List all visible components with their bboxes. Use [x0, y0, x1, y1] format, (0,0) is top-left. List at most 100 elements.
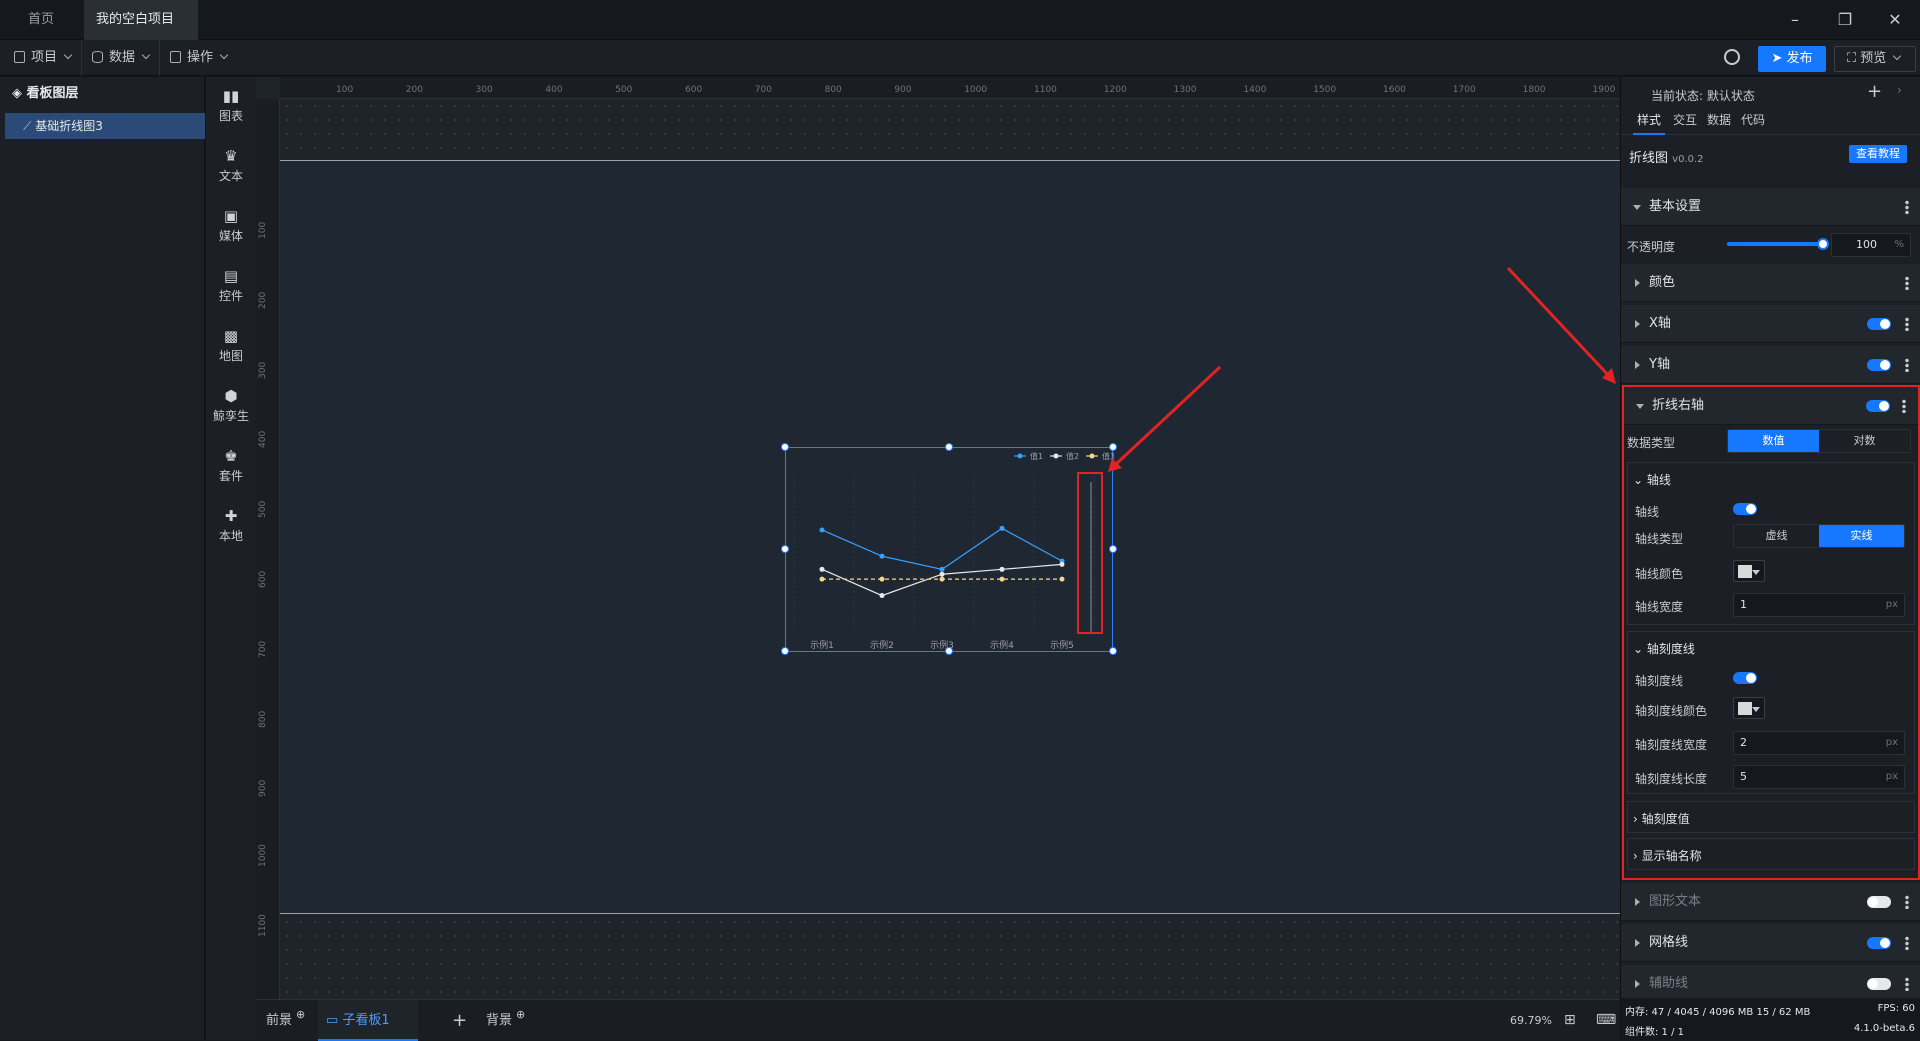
tick-width-value: 2	[1740, 736, 1747, 749]
caret-right-icon	[1635, 939, 1640, 947]
auxline-toggle[interactable]	[1867, 978, 1891, 990]
axis-line-solid-option[interactable]: 实线	[1819, 525, 1904, 547]
section-shape-text-label: 图形文本	[1649, 894, 1702, 909]
tick-length-label: 轴刻度线长度	[1635, 772, 1708, 786]
component-name: 折线图 v0.0.2	[1629, 147, 1704, 166]
section-right-axis[interactable]: 折线右轴	[1624, 387, 1918, 425]
section-auxline[interactable]: 辅助线	[1621, 965, 1920, 999]
chevron-right-icon: ›	[1633, 849, 1642, 863]
unit-px: px	[1885, 599, 1898, 610]
opacity-label: 不透明度	[1627, 240, 1676, 254]
more-icon[interactable]	[1905, 317, 1909, 331]
more-icon[interactable]	[1905, 276, 1909, 290]
section-color-label: 颜色	[1649, 275, 1676, 290]
more-icon[interactable]	[1905, 977, 1909, 991]
data-type-value-option[interactable]: 数值	[1728, 430, 1819, 452]
memory-status: 内存: 47 / 4045 / 4096 MB 15 / 62 MB	[1625, 1007, 1811, 1018]
axis-line-width-input[interactable]: 1 px	[1733, 593, 1905, 617]
axis-line-type-segmented[interactable]: 虚线 实线	[1733, 524, 1905, 548]
opacity-input[interactable]: 100%	[1831, 233, 1911, 257]
right-axis-toggle[interactable]	[1866, 400, 1890, 412]
caret-down-icon	[1752, 707, 1760, 712]
tick-color-picker[interactable]	[1733, 697, 1765, 719]
gridline-toggle[interactable]	[1867, 937, 1891, 949]
caret-right-icon	[1635, 898, 1640, 906]
tick-color-label: 轴刻度线颜色	[1635, 704, 1708, 718]
axis-line-group-title[interactable]: ⌄ 轴线	[1633, 471, 1671, 488]
tick-width-label: 轴刻度线宽度	[1635, 738, 1708, 752]
add-circle-icon[interactable]: ⊕	[296, 1008, 305, 1021]
axis-name-title[interactable]: › 显示轴名称	[1633, 847, 1702, 864]
component-version: v0.0.2	[1672, 154, 1704, 165]
tab-foreground[interactable]: 前景 ⊕	[266, 1000, 305, 1041]
section-color[interactable]: 颜色	[1621, 264, 1920, 302]
foreground-label: 前景	[266, 1013, 293, 1028]
app-version: 4.1.0-beta.6	[1853, 1023, 1915, 1034]
component-count: 组件数: 1 / 1	[1625, 1027, 1684, 1038]
tab-style[interactable]: 样式	[1633, 105, 1666, 135]
state-label: 当前状态:	[1651, 89, 1704, 103]
axis-line-color-picker[interactable]	[1733, 560, 1765, 582]
tick-length-value: 5	[1740, 770, 1747, 783]
data-type-log-option[interactable]: 对数	[1819, 430, 1910, 452]
annotation-arrow-panel	[1506, 266, 1612, 379]
color-swatch	[1738, 565, 1752, 578]
tick-line-toggle[interactable]	[1733, 672, 1757, 684]
zoom-level[interactable]: 69.79%	[1510, 1000, 1552, 1041]
keyboard-icon[interactable]: ⌨	[1596, 1000, 1616, 1041]
axis-line-label: 轴线	[1635, 505, 1660, 519]
caret-right-icon	[1635, 320, 1640, 328]
axis-line-toggle[interactable]	[1733, 503, 1757, 515]
tab-data[interactable]: 数据	[1707, 105, 1731, 135]
add-state-icon[interactable]: +	[1867, 81, 1882, 102]
chevron-down-icon: ⌄	[1633, 473, 1647, 487]
unit-px: px	[1885, 737, 1898, 748]
section-basic[interactable]: 基本设置	[1621, 188, 1920, 226]
panel-tabs: 样式 交互 数据 代码	[1621, 105, 1920, 135]
add-circle-icon[interactable]: ⊕	[516, 1008, 525, 1021]
tick-length-input[interactable]: 5 px	[1733, 765, 1905, 789]
section-gridline[interactable]: 网格线	[1621, 924, 1920, 962]
yaxis-toggle[interactable]	[1867, 359, 1891, 371]
tab-background[interactable]: 背景 ⊕	[486, 1000, 525, 1041]
opacity-slider[interactable]	[1727, 242, 1823, 246]
data-type-label: 数据类型	[1627, 436, 1676, 450]
data-type-segmented[interactable]: 数值 对数	[1727, 429, 1911, 453]
tick-value-title[interactable]: › 轴刻度值	[1633, 810, 1690, 827]
opacity-value: 100	[1856, 238, 1877, 251]
section-gridline-label: 网格线	[1649, 935, 1689, 950]
properties-panel: 当前状态: 默认状态 + › 样式 交互 数据 代码 折线图 v0.0.2 查看…	[1620, 77, 1920, 1040]
opacity-slider-thumb[interactable]	[1817, 238, 1829, 250]
current-state: 当前状态: 默认状态	[1651, 87, 1755, 104]
section-xaxis[interactable]: X轴	[1621, 305, 1920, 343]
more-icon[interactable]	[1905, 895, 1909, 909]
more-icon[interactable]	[1905, 936, 1909, 950]
tutorial-button[interactable]: 查看教程	[1849, 145, 1907, 163]
tab-subboard[interactable]: ▭ 子看板1	[318, 1000, 418, 1041]
more-icon[interactable]	[1905, 200, 1909, 214]
more-icon[interactable]	[1905, 358, 1909, 372]
tick-width-input[interactable]: 2 px	[1733, 731, 1905, 755]
axis-name-label: 显示轴名称	[1641, 849, 1702, 863]
section-shape-text[interactable]: 图形文本	[1621, 883, 1920, 921]
axis-line-type-label: 轴线类型	[1635, 532, 1684, 546]
tab-interaction[interactable]: 交互	[1673, 105, 1697, 135]
shape-text-toggle[interactable]	[1867, 896, 1891, 908]
more-icon[interactable]	[1902, 399, 1906, 413]
axis-line-dashed-option[interactable]: 虚线	[1734, 525, 1819, 547]
caret-down-icon	[1752, 570, 1760, 575]
chevron-right-icon[interactable]: ›	[1897, 83, 1902, 97]
xaxis-toggle[interactable]	[1867, 318, 1891, 330]
axis-line-group-label: 轴线	[1646, 473, 1671, 487]
color-swatch	[1738, 702, 1752, 715]
fit-screen-icon[interactable]: ⊞	[1564, 1000, 1576, 1041]
caret-right-icon	[1635, 279, 1640, 287]
add-board-icon[interactable]: +	[452, 1000, 467, 1041]
tick-group-label: 轴刻度线	[1646, 642, 1695, 656]
tab-code[interactable]: 代码	[1741, 105, 1765, 135]
section-yaxis[interactable]: Y轴	[1621, 346, 1920, 384]
tick-group-title[interactable]: ⌄ 轴刻度线	[1633, 640, 1695, 657]
chevron-right-icon: ›	[1633, 812, 1642, 826]
axis-line-color-label: 轴线颜色	[1635, 567, 1684, 581]
subboard-label: 子看板1	[342, 1013, 390, 1028]
